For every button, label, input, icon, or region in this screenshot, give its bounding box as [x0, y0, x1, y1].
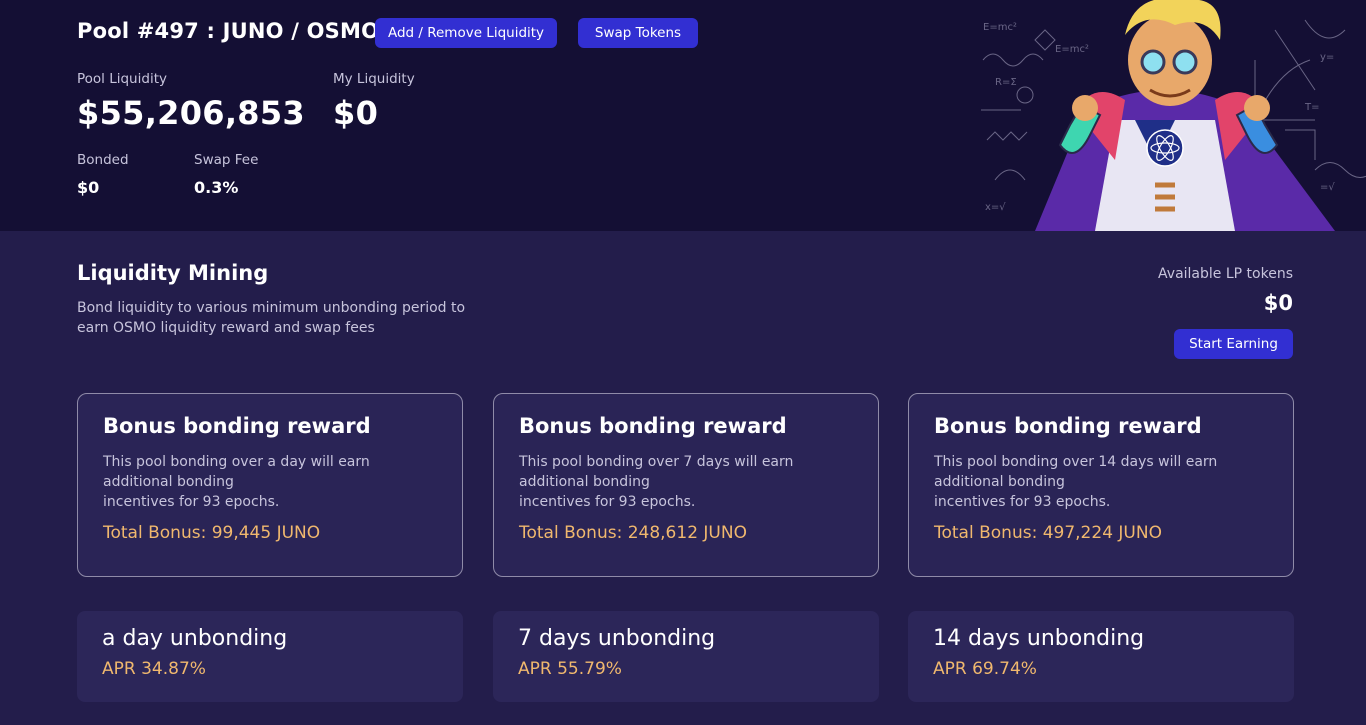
bonus-card-total: Total Bonus: 99,445 JUNO — [103, 523, 321, 543]
my-liquidity-label: My Liquidity — [333, 71, 415, 87]
liquidity-mining-description: Bond liquidity to various minimum unbond… — [77, 300, 466, 336]
bonus-card-title: Bonus bonding reward — [103, 414, 371, 438]
svg-text:y=: y= — [1320, 52, 1334, 63]
available-lp-tokens-label: Available LP tokens — [1158, 266, 1293, 282]
svg-text:R=Σ: R=Σ — [995, 77, 1017, 88]
unbonding-title: 14 days unbonding — [933, 626, 1145, 651]
add-remove-liquidity-button[interactable]: Add / Remove Liquidity — [375, 18, 557, 48]
liquidity-mining-title: Liquidity Mining — [77, 261, 269, 285]
svg-text:E=mc²: E=mc² — [1055, 44, 1089, 55]
bonus-card-1-day: Bonus bonding reward This pool bonding o… — [77, 393, 463, 577]
bonus-card-14-days: Bonus bonding reward This pool bonding o… — [908, 393, 1294, 577]
unbonding-title: a day unbonding — [102, 626, 288, 651]
bonus-card-title: Bonus bonding reward — [519, 414, 787, 438]
swap-fee-value: 0.3% — [194, 178, 239, 197]
start-earning-button[interactable]: Start Earning — [1174, 329, 1293, 359]
svg-text:x=√: x=√ — [985, 202, 1006, 213]
bonus-card-description: This pool bonding over 14 days will earn… — [934, 454, 1218, 510]
unbonding-apr: APR 69.74% — [933, 659, 1037, 679]
svg-text:E=mc²: E=mc² — [983, 22, 1017, 33]
swap-tokens-button[interactable]: Swap Tokens — [578, 18, 698, 48]
unbonding-card-1-day[interactable]: a day unbonding APR 34.87% — [77, 611, 463, 702]
my-liquidity-value: $0 — [333, 94, 379, 132]
unbonding-apr: APR 34.87% — [102, 659, 206, 679]
available-lp-tokens-value: $0 — [1263, 291, 1293, 315]
bonded-value: $0 — [77, 178, 100, 197]
swap-fee-label: Swap Fee — [194, 152, 259, 168]
unbonding-apr: APR 55.79% — [518, 659, 622, 679]
bonded-label: Bonded — [77, 152, 129, 168]
pool-title: Pool #497 : JUNO / OSMO — [77, 19, 380, 43]
svg-text:T=: T= — [1304, 102, 1320, 113]
scientist-mascot-illustration: E=mc² E=mc² R=Σ y= T= x=√ =√ — [981, 0, 1366, 231]
bonus-card-description: This pool bonding over 7 days will earn … — [519, 454, 794, 510]
unbonding-card-7-days[interactable]: 7 days unbonding APR 55.79% — [493, 611, 879, 702]
bonus-card-total: Total Bonus: 497,224 JUNO — [934, 523, 1162, 543]
unbonding-title: 7 days unbonding — [518, 626, 716, 651]
pool-liquidity-label: Pool Liquidity — [77, 71, 167, 87]
bonus-card-7-days: Bonus bonding reward This pool bonding o… — [493, 393, 879, 577]
unbonding-card-14-days[interactable]: 14 days unbonding APR 69.74% — [908, 611, 1294, 702]
bonus-card-description: This pool bonding over a day will earn a… — [103, 454, 370, 510]
bonus-card-total: Total Bonus: 248,612 JUNO — [519, 523, 747, 543]
pool-liquidity-value: $55,206,853 — [77, 94, 306, 132]
svg-text:=√: =√ — [1320, 182, 1335, 193]
pool-header: Pool #497 : JUNO / OSMO Add / Remove Liq… — [0, 0, 1366, 231]
bonus-card-title: Bonus bonding reward — [934, 414, 1202, 438]
